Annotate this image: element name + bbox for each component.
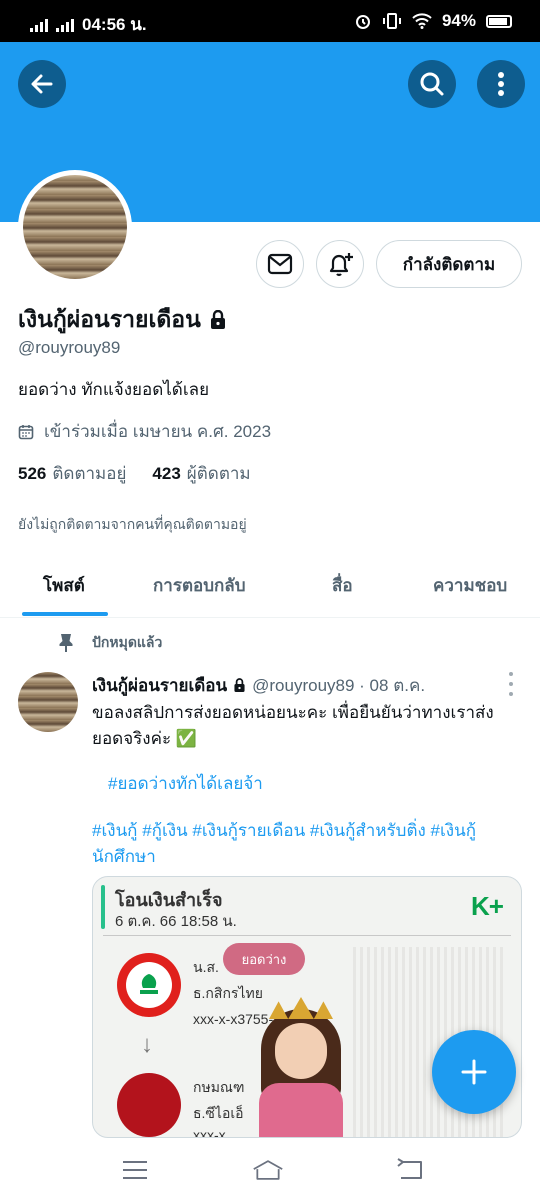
post-hashtags[interactable]: #เงินกู้ #กู้เงิน #เงินกู้รายเดือน #เงิน… — [92, 818, 522, 870]
status-bar: 04:56 น. 94% — [0, 0, 540, 42]
receiver-bank: ธ.ซีไอเอ็ — [193, 1105, 244, 1121]
followers-stat[interactable]: 423 ผู้ติดตาม — [152, 460, 250, 487]
post-author[interactable]: เงินกู้ผ่อนรายเดือน — [92, 672, 227, 699]
sticker-face — [275, 1023, 327, 1079]
profile-name: เงินกู้ผ่อนรายเดือน — [18, 306, 201, 332]
post-hashtag[interactable]: #ยอดว่างทักได้เลยจ้า — [108, 770, 263, 797]
mail-icon — [267, 253, 293, 275]
profile-bio: ยอดว่าง ทักแจ้งยอดได้เลย — [18, 380, 210, 399]
following-button[interactable]: กำลังติดตาม — [376, 240, 522, 288]
arrow-left-icon — [31, 74, 53, 94]
profile-tabs: โพสต์ การตอบกลับ สื่อ ความชอบ — [0, 550, 540, 618]
post-avatar[interactable] — [18, 672, 78, 732]
kbank-logo-icon — [117, 953, 181, 1017]
more-button[interactable] — [477, 60, 525, 108]
back-button[interactable] — [18, 60, 66, 108]
bell-plus-icon — [329, 253, 353, 277]
vibrate-icon — [382, 13, 401, 29]
status-time: 04:56 น. — [82, 15, 147, 34]
available-badge: ยอดว่าง — [223, 943, 305, 975]
calendar-icon — [18, 424, 34, 439]
cimb-logo-icon — [117, 1073, 181, 1137]
home-button[interactable] — [252, 1154, 284, 1186]
post-text: ขอลงสลิปการส่งยอดหน่อยนะคะ เพื่อยืนยันว่… — [92, 703, 494, 748]
home-icon — [253, 1160, 283, 1180]
more-dot-icon — [509, 672, 513, 676]
avatar-image — [23, 175, 127, 279]
menu-icon — [123, 1161, 147, 1179]
lock-icon — [210, 310, 225, 329]
kplus-logo: K+ — [471, 891, 504, 922]
profile-avatar[interactable] — [18, 170, 132, 284]
accent-bar — [101, 885, 105, 929]
pin-icon — [59, 634, 73, 652]
alarm-icon — [355, 15, 370, 29]
signal-icon — [30, 18, 48, 32]
tab-replies[interactable]: การตอบกลับ — [153, 572, 246, 599]
receiver-name: กษมณฑ — [193, 1079, 245, 1095]
status-bar-left: 04:56 น. — [30, 11, 147, 38]
slip-date: 6 ต.ค. 66 18:58 น. — [115, 913, 237, 930]
joined-date: เข้าร่วมเมื่อ เมษายน ค.ศ. 2023 — [44, 422, 272, 441]
lock-icon — [234, 678, 245, 692]
post-more-button[interactable] — [506, 672, 516, 696]
sender-name: น.ส. — [193, 959, 219, 975]
status-bar-right: 94% — [354, 11, 512, 31]
compose-button[interactable] — [432, 1030, 516, 1114]
plus-icon — [461, 1059, 487, 1085]
pinned-row: ปักหมุดแล้ว — [58, 632, 162, 654]
tab-media[interactable]: สื่อ — [332, 572, 353, 599]
search-button[interactable] — [408, 60, 456, 108]
not-followed-note: ยังไม่ถูกติดตามจากคนที่คุณติดตามอยู่ — [18, 516, 247, 532]
kplus-logo-text: K+ — [471, 891, 504, 921]
more-dot-icon — [509, 692, 513, 696]
pinned-label: ปักหมุดแล้ว — [92, 634, 163, 650]
profile-handle: @rouyrouy89 — [18, 338, 121, 357]
profile-name-row: เงินกู้ผ่อนรายเดือน — [18, 302, 227, 338]
more-dot-icon — [509, 682, 513, 686]
tab-likes[interactable]: ความชอบ — [433, 572, 507, 599]
following-label: ติดตามอยู่ — [52, 464, 127, 483]
kbank-logo-inner — [126, 962, 172, 1008]
message-button[interactable] — [256, 240, 304, 288]
joined-row: เข้าร่วมเมื่อ เมษายน ค.ศ. 2023 — [18, 418, 271, 445]
arrow-down-icon: ↓ — [141, 1031, 153, 1058]
following-count: 526 — [18, 464, 47, 483]
signal-icon — [56, 18, 74, 32]
follow-stats: 526 ติดตามอยู่ 423 ผู้ติดตาม — [18, 460, 251, 487]
recent-apps-button[interactable] — [119, 1154, 151, 1186]
divider — [103, 935, 511, 936]
wifi-icon — [412, 13, 432, 29]
sticker-crown — [269, 997, 333, 1019]
leaf-icon — [140, 974, 158, 994]
cartoon-girl-sticker — [253, 997, 349, 1137]
followers-label: ผู้ติดตาม — [186, 464, 251, 483]
post-meta: @rouyrouy89 · 08 ต.ค. — [252, 676, 426, 695]
sticker-body — [259, 1083, 343, 1137]
system-back-button[interactable] — [394, 1154, 426, 1186]
tab-posts[interactable]: โพสต์ — [43, 572, 85, 599]
more-vertical-icon — [498, 72, 504, 96]
notify-button[interactable] — [316, 240, 364, 288]
receiver-account: xxx-x — [193, 1127, 226, 1138]
search-icon — [420, 72, 444, 96]
following-stat[interactable]: 526 ติดตามอยู่ — [18, 460, 126, 487]
post-header: เงินกู้ผ่อนรายเดือน @rouyrouy89 · 08 ต.ค… — [92, 672, 425, 699]
tab-indicator — [22, 612, 108, 616]
battery-icon — [486, 14, 512, 28]
followers-count: 423 — [152, 464, 181, 483]
system-nav-bar — [0, 1138, 540, 1200]
back-icon — [397, 1158, 422, 1179]
battery-percent: 94% — [441, 11, 476, 30]
